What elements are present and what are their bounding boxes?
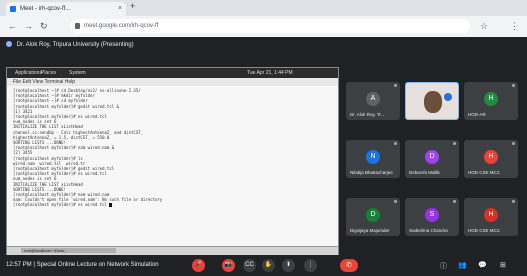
participant-name: HOD CSE MCC [468, 228, 501, 233]
pin-icon[interactable] [394, 84, 397, 87]
taskbar-terminal-item: root@localhost:~/Desk... [21, 248, 116, 253]
meet-window: Dr. Alok Roy, Tripura University (Presen… [0, 37, 527, 276]
participant-tile[interactable]: S Sudeshna Chandra [405, 198, 459, 236]
forward-icon[interactable]: → [24, 21, 33, 31]
participant-video [406, 83, 458, 119]
url-text: meet.google.com/irh-qcov-ff [84, 23, 159, 29]
participant-tile[interactable]: H HOD CSE MCC [464, 140, 518, 178]
meeting-info-icon[interactable]: ⓘ [440, 261, 447, 271]
avatar: D [425, 150, 439, 164]
browser-toolbar: ← → ↻ meet.google.com/irh-qcov-ff ☆ ⋮ [0, 16, 527, 37]
participant-name: Sudeshna Chandra [409, 228, 448, 233]
participant-tile[interactable]: D Digvijaya Majumder [346, 198, 400, 236]
terminal-menu-bar: File Edit View Terminal Help [7, 78, 338, 86]
tab-close-icon[interactable]: × [118, 2, 122, 16]
people-icon[interactable]: 👥 [458, 261, 467, 269]
tab-title: Meet - irh-qcov-ff... [20, 6, 71, 12]
avatar: S [425, 208, 439, 222]
menu-places: Places [41, 70, 57, 76]
participant-tile[interactable]: H HOD CSE MCC [464, 198, 518, 236]
terminal-prompt-line: [root@localhost myfolder]# ns wired.tcl [13, 202, 332, 208]
pin-icon[interactable] [453, 142, 456, 145]
avatar: H [484, 150, 498, 164]
presenter-header: Dr. Alok Roy, Tripura University (Presen… [6, 41, 134, 48]
avatar: H [484, 92, 498, 106]
mic-off-icon[interactable]: 🎤 [192, 259, 205, 272]
browser-menu-icon[interactable]: ⋮ [510, 21, 519, 31]
presenting-icon [6, 41, 12, 47]
terminal-cursor [109, 203, 113, 208]
pin-icon[interactable] [394, 142, 397, 145]
avatar: D [366, 208, 380, 222]
pin-icon[interactable] [512, 200, 515, 203]
chat-icon[interactable]: 💬 [478, 261, 487, 269]
pin-icon[interactable] [394, 200, 397, 203]
participant-name: Nilabja Bhattacharjee [350, 170, 393, 175]
bookmark-star-icon[interactable]: ☆ [480, 21, 488, 31]
participant-name: HOD-AR [468, 112, 486, 117]
participant-name: Dr. Alok Roy, Tr... [350, 112, 385, 117]
camera-off-icon[interactable]: 📷 [222, 259, 235, 272]
participant-tile[interactable]: A Dr. Alok Roy, Tr... [346, 82, 400, 120]
menu-system: System [69, 70, 86, 76]
meeting-details: 12:57 PM | Special Online Lecture on Net… [6, 262, 159, 268]
presenter-name: Dr. Alok Roy, Tripura University (Presen… [16, 42, 134, 48]
avatar: H [484, 208, 498, 222]
pin-icon[interactable] [512, 84, 515, 87]
linux-taskbar: root@localhost:~/Desk... [7, 246, 338, 255]
lock-icon [75, 23, 80, 29]
captions-button[interactable]: CC [243, 259, 256, 272]
terminal-output: [root@localhost ~]# cd Desktop/ns2/ ns-a… [7, 86, 338, 246]
raise-hand-icon[interactable]: ✋ [262, 259, 275, 272]
participant-tile[interactable]: N Nilabja Bhattacharjee [346, 140, 400, 178]
participant-tile-video[interactable] [405, 82, 459, 120]
more-options-icon[interactable]: ⋮ [304, 259, 317, 272]
avatar: A [366, 92, 380, 106]
pin-icon[interactable] [512, 142, 515, 145]
participant-name: Digvijaya Majumder [350, 228, 390, 233]
meet-control-bar: 12:57 PM | Special Online Lecture on Net… [0, 255, 527, 276]
back-icon[interactable]: ← [8, 21, 17, 31]
participant-name: Debarshi Mallik [409, 170, 440, 175]
participant-tile[interactable]: D Debarshi Mallik [405, 140, 459, 178]
present-now-icon[interactable]: ⬆ [282, 259, 295, 272]
browser-chrome: Meet - irh-qcov-ff... × + ← → ↻ meet.goo… [0, 0, 527, 37]
linux-top-panel: Applications Places System Tue Apr 21, 1… [7, 68, 338, 78]
tab-strip: Meet - irh-qcov-ff... × + [0, 0, 527, 16]
participant-name: HOD CSE MCC [468, 170, 501, 175]
terminal-line: [root@localhost myfolder]# ns wired.tcl [13, 202, 107, 208]
meet-favicon-icon [10, 6, 16, 12]
panel-clock: Tue Apr 21, 1:44 PM [247, 70, 293, 76]
participant-tile[interactable]: H HOD-AR [464, 82, 518, 120]
shared-screen: Applications Places System Tue Apr 21, 1… [6, 67, 339, 255]
menu-applications: Applications [15, 70, 42, 76]
person-silhouette [424, 91, 442, 113]
address-bar[interactable]: meet.google.com/irh-qcov-ff [70, 19, 470, 33]
pin-icon[interactable] [453, 200, 456, 203]
camera-indicator [444, 93, 452, 101]
end-call-button[interactable]: ✆ [340, 259, 358, 272]
avatar: N [366, 150, 380, 164]
browser-tab[interactable]: Meet - irh-qcov-ff... × [6, 2, 126, 16]
activities-icon[interactable]: ⊞ [500, 261, 506, 269]
reload-icon[interactable]: ↻ [40, 21, 48, 31]
new-tab-button[interactable]: + [130, 1, 135, 11]
